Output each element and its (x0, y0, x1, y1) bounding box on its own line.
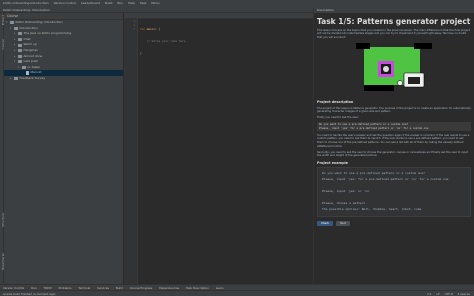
folder-icon (18, 32, 22, 36)
project-panel: Course ▾ Kotlin Onboarding: Introduction ▾… (4, 13, 124, 290)
project-panel-title[interactable]: Course (7, 14, 18, 18)
file-icon (26, 71, 29, 75)
description-paragraph: You need to handle the user's answer and… (317, 133, 470, 148)
app-menu[interactable]: kotlin-onboarding-introduction (3, 1, 49, 5)
caret-position[interactable]: 1:1 (427, 292, 432, 296)
folder-icon (18, 43, 22, 47)
code-line: // Write your code here (140, 39, 186, 43)
folder-icon (14, 26, 18, 30)
run-menu[interactable]: Run (117, 1, 123, 5)
tree-item-label: Feedback Survey (19, 75, 46, 80)
breadcrumb[interactable]: Kotlin Onboarding: Introduction (3, 8, 50, 12)
patterns-illustration-image (356, 43, 432, 92)
folder-icon (18, 49, 22, 53)
tree-item[interactable]: ▸ Feedback Survey (4, 76, 123, 82)
task-description-panel: Description Task 1/5: Patterns generator… (313, 8, 474, 290)
build-menu[interactable]: Build (105, 1, 113, 5)
tree-item-label: The Java vs Kotlin programming (23, 31, 72, 36)
code-snippet: Do you want to use a pre-defined pattern… (317, 122, 471, 132)
title-bar: kotlin-onboarding-introduction Version c… (0, 0, 474, 7)
line-gutter: 1 2 3 (124, 19, 138, 290)
menu-menu[interactable]: Menu (151, 1, 159, 5)
project-illustration (356, 43, 432, 97)
indent-setting[interactable]: 4 spaces (458, 292, 470, 296)
folder-icon (18, 60, 22, 64)
check-button[interactable]: Check (317, 220, 333, 226)
example-output: Do you want to use a pre-defined pattern… (317, 166, 471, 217)
line-separator[interactable]: LF (437, 292, 440, 296)
project-panel-header: Course (4, 13, 123, 20)
folder-icon (18, 54, 22, 58)
folder-icon (10, 21, 14, 25)
description-paragraph: The project of this lesson is Patterns g… (317, 106, 471, 114)
folder-icon (14, 77, 18, 81)
code-editor[interactable]: 1 2 3 fun main() { // Write your code he… (124, 19, 313, 290)
task-actions: Check Next (314, 219, 474, 228)
code-content[interactable]: fun main() { // Write your code here } (140, 19, 185, 63)
project-example-heading: Project example (317, 160, 348, 165)
description-paragraph: Firstly you need to ask the user: (317, 116, 359, 120)
code-line: } (140, 51, 142, 55)
example-line (322, 212, 466, 216)
next-button[interactable]: Next (335, 220, 351, 226)
code-line: fun main() { (140, 27, 161, 31)
example-line: Please, input 'yes' for a pre-defined pa… (322, 176, 449, 181)
help-menu[interactable]: Help (128, 1, 135, 5)
file-encoding[interactable]: UTF-8 (445, 292, 453, 296)
task-menu[interactable]: Task (140, 1, 146, 5)
leaderboard-menu[interactable]: Leaderboard (81, 1, 100, 5)
status-bar: Gradle build finished (a moment ago) 1:1… (0, 290, 474, 296)
description-header-label: Description (317, 8, 335, 12)
vcs-menu[interactable]: Version control (54, 1, 76, 5)
folder-icon (18, 38, 22, 42)
intro-paragraph: This lesson focuses on the topics that y… (317, 28, 470, 39)
status-message: Gradle build finished (a moment ago) (3, 292, 56, 296)
project-tree: ▾ Kotlin Onboarding: Introduction ▾ Introdu… (4, 20, 123, 82)
project-description-heading: Project description (317, 100, 354, 105)
description-paragraph: Secondly, you need to ask the user to ch… (317, 150, 468, 158)
folder-icon (22, 66, 26, 70)
task-title: Task 1/5: Patterns generator project (317, 17, 471, 26)
line-number: 3 (133, 27, 135, 31)
